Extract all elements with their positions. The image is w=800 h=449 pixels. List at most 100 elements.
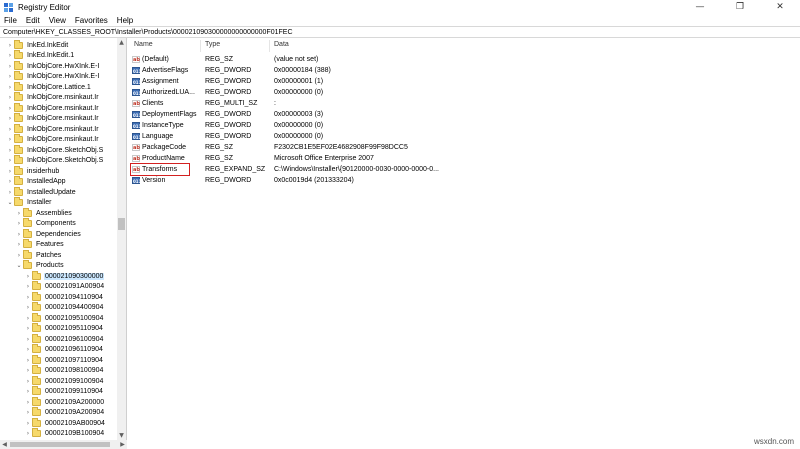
tree-item[interactable]: › InkObjCore.SketchObj.S <box>6 144 104 156</box>
value-row[interactable]: ab (Default) REG_SZ (value not set) <box>128 54 800 65</box>
chevron-right-icon[interactable]: › <box>6 73 14 80</box>
tree-item[interactable]: › InkObjCore.HwXInk.E-I <box>6 60 100 72</box>
column-header-name[interactable]: Name <box>134 41 153 51</box>
chevron-right-icon[interactable]: › <box>6 84 14 91</box>
key-tree[interactable]: › InkEd.InkEdit › InkEd.InkEdit.1 › InkObjCor… <box>0 38 127 449</box>
tree-item[interactable]: › Patches <box>15 249 62 261</box>
tree-item[interactable]: › InkObjCore.HwXInk.E-I <box>6 71 100 83</box>
chevron-right-icon[interactable]: › <box>24 430 32 437</box>
scroll-down-icon[interactable]: ▼ <box>117 431 126 440</box>
chevron-right-icon[interactable]: › <box>6 157 14 164</box>
chevron-right-icon[interactable]: › <box>15 231 23 238</box>
chevron-right-icon[interactable]: › <box>6 126 14 133</box>
chevron-right-icon[interactable]: › <box>6 189 14 196</box>
tree-item[interactable]: › InkEd.InkEdit.1 <box>6 50 75 62</box>
value-row[interactable]: ab Clients REG_MULTI_SZ: <box>128 98 800 109</box>
chevron-right-icon[interactable]: › <box>24 346 32 353</box>
tree-item[interactable]: › Dependencies <box>15 228 82 240</box>
value-row[interactable]: ab Transforms REG_EXPAND_SZ C:\Windows\Inst… <box>128 164 800 175</box>
tree-item[interactable]: › 000021094110904 <box>24 291 104 303</box>
chevron-right-icon[interactable]: › <box>24 273 32 280</box>
tree-item[interactable]: › 000021099110904 <box>24 386 104 398</box>
scroll-thumb[interactable] <box>118 218 125 230</box>
chevron-right-icon[interactable]: › <box>6 52 14 59</box>
chevron-right-icon[interactable]: › <box>6 105 14 112</box>
tree-item[interactable]: › InstalledApp <box>6 176 67 188</box>
tree-item[interactable]: › InkObjCore.Lattice.1 <box>6 81 92 93</box>
maximize-button[interactable]: ❐ <box>720 0 760 14</box>
chevron-right-icon[interactable]: › <box>15 241 23 248</box>
chevron-right-icon[interactable]: › <box>24 409 32 416</box>
column-separator[interactable] <box>269 40 270 52</box>
menu-view[interactable]: View <box>49 16 66 25</box>
menu-file[interactable]: File <box>4 16 17 25</box>
tree-horizontal-scrollbar[interactable]: ◀ ▶ <box>0 440 127 449</box>
chevron-right-icon[interactable]: › <box>15 252 23 259</box>
chevron-right-icon[interactable]: › <box>6 147 14 154</box>
chevron-right-icon[interactable]: › <box>24 357 32 364</box>
tree-item[interactable]: › 000021090300000 <box>24 270 105 282</box>
tree-item[interactable]: › InkObjCore.msinkaut.Ir <box>6 134 100 146</box>
chevron-right-icon[interactable]: › <box>6 178 14 185</box>
tree-item[interactable]: › InkEd.InkEdit <box>6 39 69 51</box>
chevron-right-icon[interactable]: › <box>15 220 23 227</box>
chevron-right-icon[interactable]: › <box>6 94 14 101</box>
value-row[interactable]: 011 AuthorizedLUA... REG_DWORD 0x00000000 (… <box>128 87 800 98</box>
chevron-right-icon[interactable]: › <box>24 325 32 332</box>
value-row[interactable]: 011 InstanceType REG_DWORD 0x00000000 (0) <box>128 120 800 131</box>
tree-item[interactable]: › 000021097110904 <box>24 354 104 366</box>
chevron-right-icon[interactable]: › <box>24 420 32 427</box>
tree-item[interactable]: › InkObjCore.msinkaut.Ir <box>6 123 100 135</box>
chevron-right-icon[interactable]: › <box>6 168 14 175</box>
scroll-up-icon[interactable]: ▲ <box>117 38 126 47</box>
value-row[interactable]: 011 Assignment REG_DWORD 0x00000001 (1) <box>128 76 800 87</box>
tree-item[interactable]: › 000021091A00904 <box>24 281 105 293</box>
scroll-thumb-horizontal[interactable] <box>10 442 110 447</box>
value-row[interactable]: 011 Language REG_DWORD 0x00000000 (0) <box>128 131 800 142</box>
chevron-right-icon[interactable]: › <box>24 367 32 374</box>
tree-item[interactable]: ⌄ Products <box>15 260 65 272</box>
tree-item[interactable]: ⌄ Installer <box>6 197 53 209</box>
chevron-right-icon[interactable]: › <box>24 315 32 322</box>
chevron-right-icon[interactable]: › <box>15 210 23 217</box>
column-header-type[interactable]: Type <box>205 41 220 51</box>
tree-item[interactable]: › 000021094400904 <box>24 302 104 314</box>
scroll-right-icon[interactable]: ▶ <box>118 440 127 449</box>
tree-item[interactable]: › 000021096100904 <box>24 333 104 345</box>
chevron-right-icon[interactable]: › <box>24 336 32 343</box>
menu-favorites[interactable]: Favorites <box>75 16 108 25</box>
tree-item[interactable]: › InkObjCore.msinkaut.Ir <box>6 102 100 114</box>
tree-item[interactable]: › Features <box>15 239 65 251</box>
chevron-right-icon[interactable]: › <box>6 42 14 49</box>
chevron-right-icon[interactable]: › <box>24 399 32 406</box>
chevron-right-icon[interactable]: › <box>6 115 14 122</box>
chevron-right-icon[interactable]: › <box>24 378 32 385</box>
column-separator[interactable] <box>200 40 201 52</box>
scroll-left-icon[interactable]: ◀ <box>0 440 9 449</box>
address-bar[interactable]: Computer\HKEY_CLASSES_ROOT\Installer\Pro… <box>0 26 800 38</box>
tree-item[interactable]: › 000021099100904 <box>24 375 104 387</box>
close-button[interactable]: ✕ <box>760 0 800 14</box>
tree-item[interactable]: › 00002109A200000 <box>24 396 105 408</box>
chevron-right-icon[interactable]: › <box>24 304 32 311</box>
tree-item[interactable]: › InkObjCore.SketchObj.S <box>6 155 104 167</box>
chevron-down-icon[interactable]: ⌄ <box>15 262 23 269</box>
value-row[interactable]: 011 DeploymentFlags REG_DWORD 0x00000003 (3… <box>128 109 800 120</box>
menu-edit[interactable]: Edit <box>26 16 40 25</box>
tree-item[interactable]: › InstalledUpdate <box>6 186 77 198</box>
chevron-right-icon[interactable]: › <box>6 63 14 70</box>
tree-item[interactable]: › 000021095110904 <box>24 323 104 335</box>
tree-vertical-scrollbar[interactable]: ▲ ▼ <box>117 38 126 440</box>
chevron-down-icon[interactable]: ⌄ <box>6 199 14 206</box>
tree-item[interactable]: › 00002109AB00904 <box>24 417 106 429</box>
tree-item[interactable]: › Components <box>15 218 77 230</box>
tree-item[interactable]: › 000021096110904 <box>24 344 104 356</box>
tree-item[interactable]: › 00002109A200904 <box>24 407 105 419</box>
value-row[interactable]: ab PackageCode REG_SZ F2302CB1E5EF02E468290… <box>128 142 800 153</box>
tree-item[interactable]: › Assemblies <box>15 207 73 219</box>
menu-help[interactable]: Help <box>117 16 133 25</box>
tree-item[interactable]: › 00002109B100904 <box>24 428 105 440</box>
values-list[interactable]: Name Type Data ab (Default) REG_SZ (value n… <box>128 38 800 449</box>
value-row[interactable]: 011 AdvertiseFlags REG_DWORD 0x00000184 (38… <box>128 65 800 76</box>
value-row[interactable]: ab ProductName REG_SZ Microsoft Office Ente… <box>128 153 800 164</box>
